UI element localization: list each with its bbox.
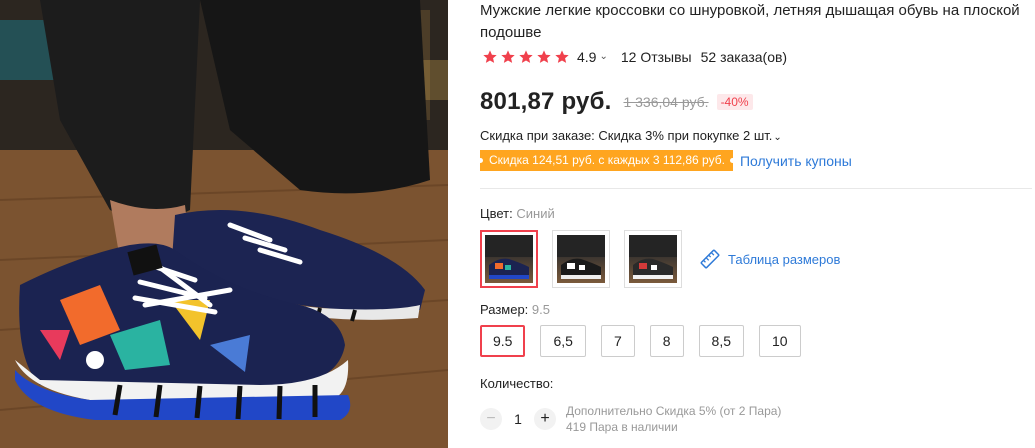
selected-color: Синий xyxy=(516,206,555,221)
star-icon xyxy=(519,50,533,63)
chevron-down-icon: ⌄ xyxy=(773,132,782,143)
rating-row: 4.9 ⌄ 12 Отзывы 52 заказа(ов) xyxy=(482,47,787,67)
color-swatch-blue[interactable] xyxy=(480,230,538,288)
chevron-down-icon[interactable]: ⌄ xyxy=(599,51,607,62)
star-icon xyxy=(537,50,551,63)
coupon-tag: Скидка 124,51 руб. с каждых 3 112,86 руб… xyxy=(478,150,735,171)
shoe-thumbnail-icon xyxy=(629,235,677,279)
size-table-label: Таблица размеров xyxy=(728,251,841,267)
ruler-icon xyxy=(700,249,720,269)
price-row: 801,87 руб. 1 336,04 руб. -40% xyxy=(480,86,753,118)
color-swatch-black[interactable] xyxy=(552,230,610,288)
coupon-row: Скидка 124,51 руб. с каждых 3 112,86 руб… xyxy=(478,150,852,171)
reviews-link[interactable]: 12 Отзывы xyxy=(621,49,692,65)
product-photo-illustration xyxy=(0,0,448,448)
stock-note: 419 Пара в наличии xyxy=(566,420,678,434)
selected-size: 9.5 xyxy=(531,302,550,317)
product-main-image[interactable] xyxy=(0,0,448,448)
swatch-thumbnail xyxy=(629,235,677,283)
bulk-discount-note: Дополнительно Скидка 5% (от 2 Пара) xyxy=(566,404,782,418)
color-label-text: Цвет: xyxy=(480,206,513,221)
discount-badge: -40% xyxy=(716,94,753,110)
swatch-thumbnail xyxy=(557,235,605,283)
size-label-text: Размер: xyxy=(480,302,529,317)
size-option-9.5[interactable]: 9.5 xyxy=(480,325,526,357)
size-options: 9.5 6,5 7 8 8,5 10 xyxy=(480,325,801,357)
color-swatch-red[interactable] xyxy=(624,230,682,288)
size-table-link[interactable]: Таблица размеров xyxy=(699,248,840,270)
size-label: Размер: 9.5 xyxy=(480,302,550,317)
minus-icon[interactable]: − xyxy=(480,408,502,430)
size-option-8[interactable]: 8 xyxy=(649,325,684,357)
star-icon xyxy=(483,50,497,63)
store-discount-text: Скидка при заказе: Скидка 3% при покупке… xyxy=(480,128,773,143)
size-option-6.5[interactable]: 6,5 xyxy=(540,325,586,357)
get-coupons-link[interactable]: Получить купоны xyxy=(740,153,852,169)
orders-count: 52 заказа(ов) xyxy=(700,49,788,65)
color-label: Цвет: Синий xyxy=(480,206,555,221)
current-price: 801,87 руб. xyxy=(480,88,612,115)
quantity-label: Количество: xyxy=(480,376,554,391)
shoe-thumbnail-icon xyxy=(485,235,533,279)
rating-value[interactable]: 4.9 xyxy=(577,49,596,65)
product-title: Мужские легкие кроссовки со шнуровкой, л… xyxy=(480,2,1020,41)
color-swatches: Таблица размеров xyxy=(480,230,840,288)
size-option-10[interactable]: 10 xyxy=(759,325,801,357)
store-discount-dropdown[interactable]: Скидка при заказе: Скидка 3% при покупке… xyxy=(480,128,782,143)
star-icon xyxy=(501,50,515,63)
swatch-thumbnail xyxy=(485,235,533,283)
size-option-8.5[interactable]: 8,5 xyxy=(698,325,744,357)
star-icon xyxy=(555,50,569,63)
divider xyxy=(480,188,1032,189)
shoe-thumbnail-icon xyxy=(557,235,605,279)
quantity-notes: Дополнительно Скидка 5% (от 2 Пара) 419 … xyxy=(566,403,781,435)
rating-stars xyxy=(482,49,570,65)
plus-icon[interactable]: + xyxy=(534,408,556,430)
old-price: 1 336,04 руб. xyxy=(623,94,709,110)
quantity-value[interactable]: 1 xyxy=(502,411,534,427)
quantity-stepper: − 1 + Дополнительно Скидка 5% (от 2 Пара… xyxy=(480,403,781,435)
size-option-7[interactable]: 7 xyxy=(600,325,635,357)
